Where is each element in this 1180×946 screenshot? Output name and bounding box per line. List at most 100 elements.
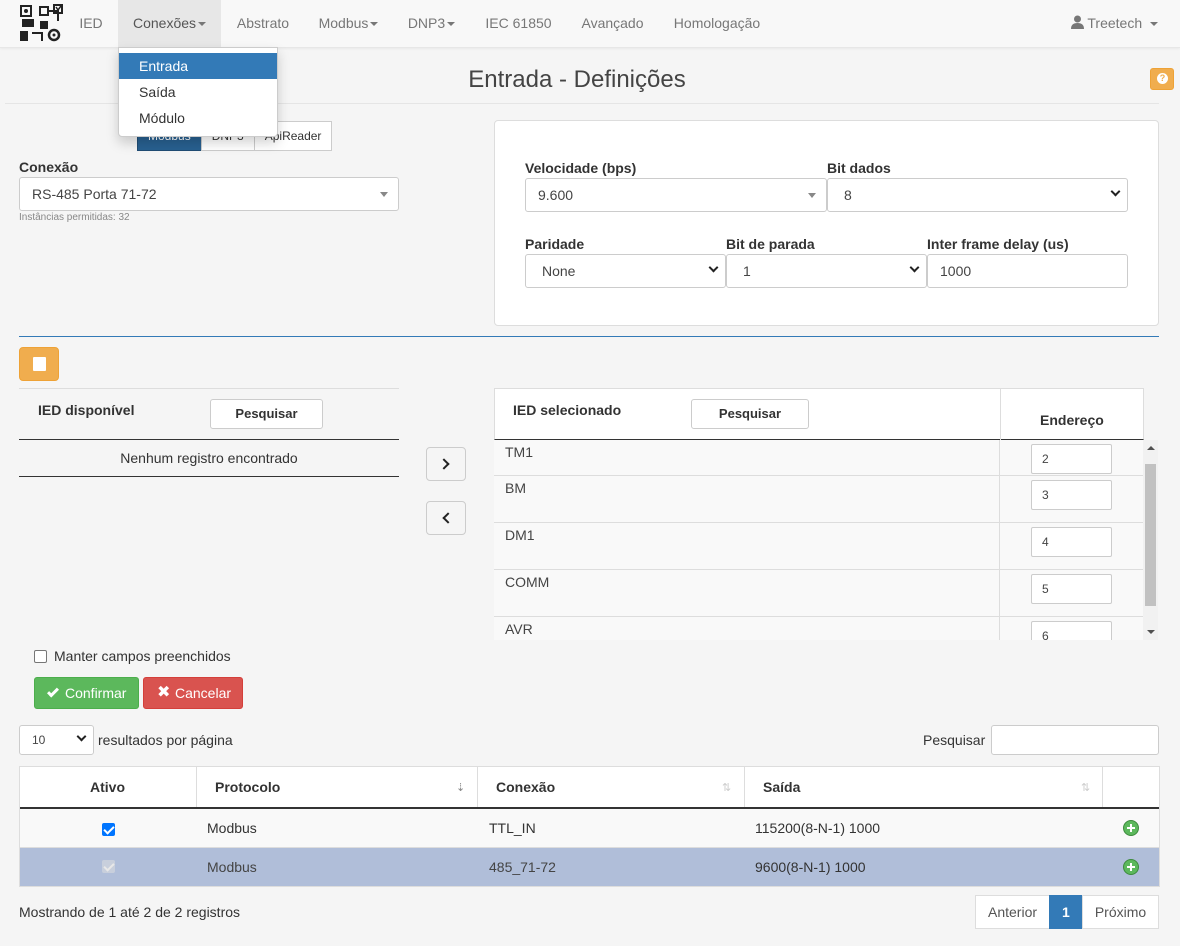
nav-modbus[interactable]: Modbus [305,0,392,48]
velocidade-select[interactable]: 9.600 [525,178,827,212]
connection-cell: 485_71-72 [489,859,556,875]
chevron-down-icon [909,262,920,273]
check-icon [46,685,60,698]
sort-asc-icon[interactable]: ⇣ [456,782,468,794]
page-size-select[interactable]: 10 [19,725,94,755]
user-menu[interactable]: Treetech [1070,0,1158,46]
dropdown-item-saida[interactable]: Saída [119,79,277,105]
delay-input[interactable]: 1000 [927,254,1128,288]
chevron-right-icon [438,458,450,470]
address-input[interactable]: 6 [1031,621,1112,640]
section-divider [19,336,1159,337]
column-divider [999,523,1000,570]
page-size-label: resultados por página [98,732,233,748]
scroll-down-icon[interactable] [1147,630,1155,634]
conexao-select[interactable]: RS-485 Porta 71-72 [19,177,399,211]
pagination-prev[interactable]: Anterior [975,895,1051,929]
address-input[interactable]: 4 [1031,527,1112,557]
sort-icon[interactable]: ⇅ [722,782,734,794]
column-divider [999,476,1000,523]
column-header-protocolo[interactable]: Protocolo [215,767,280,808]
caret-down-icon [370,22,379,27]
bitdados-label: Bit dados [827,160,891,176]
cancel-label: Cancelar [175,685,232,701]
conexao-help: Instâncias permitidas: 32 [19,212,130,223]
table-row[interactable]: Modbus TTL_IN 115200(8-N-1) 1000 [20,808,1159,847]
table-row[interactable]: AVR 6 [494,616,1143,640]
caret-down-icon [447,22,456,27]
address-input[interactable]: 3 [1031,480,1112,510]
chevron-down-icon [708,262,719,273]
conexao-label: Conexão [19,159,79,175]
table-row[interactable]: COMM 5 [494,569,1143,617]
column-header-saida[interactable]: Saída [763,767,800,808]
logo-icon[interactable] [18,3,64,45]
page-size-value: 10 [32,733,46,747]
protocol-cell: Modbus [207,820,257,836]
delay-label: Inter frame delay (us) [927,236,1069,252]
add-icon[interactable] [1123,820,1139,836]
column-divider [999,570,1000,617]
caret-down-icon [198,22,207,27]
nav-abstrato[interactable]: Abstrato [222,0,304,48]
sort-icon[interactable]: ⇅ [1081,782,1093,794]
keep-fields-checkbox[interactable] [34,650,47,663]
navbar: IED Conexões Abstrato Modbus DNP3 IEC 61… [0,0,1180,48]
nav-dnp3[interactable]: DNP3 [394,0,469,48]
pagination-next[interactable]: Próximo [1081,895,1160,929]
bitdados-value: 8 [844,187,852,203]
dropdown-item-entrada[interactable]: Entrada [119,53,277,79]
copy-button[interactable] [19,347,59,381]
close-icon: ✖ [157,684,171,701]
dropdown-item-modulo[interactable]: Módulo [119,105,277,131]
chevron-down-icon [1110,186,1121,197]
scroll-thumb[interactable] [1145,464,1156,606]
active-checkbox[interactable] [102,823,115,836]
bitparada-select[interactable]: 1 [726,254,927,288]
column-header-ativo[interactable]: Ativo [90,767,125,808]
address-input[interactable]: 2 [1031,444,1112,474]
column-header-conexao[interactable]: Conexão [496,767,555,808]
scroll-up-icon[interactable] [1147,446,1155,450]
nav-avancado[interactable]: Avançado [567,0,658,48]
help-button[interactable]: ? [1150,68,1174,90]
table-row[interactable]: DM1 4 [494,522,1143,570]
ied-name: DM1 [505,527,535,543]
move-right-button[interactable] [426,447,466,481]
pagination: Anterior 1 Próximo [975,895,1160,929]
empty-message: Nenhum registro encontrado [19,440,399,477]
nav-conexoes[interactable]: Conexões [118,0,221,48]
table-search-input[interactable] [991,725,1159,755]
user-name: Treetech [1087,15,1143,31]
address-input[interactable]: 5 [1031,574,1112,604]
conexoes-dropdown: Entrada Saída Módulo [118,47,278,137]
pagination-page-1[interactable]: 1 [1049,895,1083,929]
nav-iec61850[interactable]: IEC 61850 [471,0,566,48]
add-icon[interactable] [1123,859,1139,875]
table-row[interactable]: BM 3 [494,475,1143,523]
ied-disponivel-header: IED disponível [19,388,399,440]
cancel-button[interactable]: ✖ Cancelar [143,677,243,709]
caret-down-icon [380,192,388,197]
velocidade-value: 9.600 [538,187,574,203]
table-row[interactable]: Modbus 485_71-72 9600(8-N-1) 1000 [20,847,1159,886]
bitparada-value: 1 [743,263,751,279]
document-icon [33,357,46,371]
bitdados-select[interactable]: 8 [827,178,1128,212]
confirm-button[interactable]: Confirmar [34,677,139,709]
nav-ied[interactable]: IED [66,0,116,48]
nav-homologacao[interactable]: Homologação [659,0,775,48]
caret-down-icon [808,193,816,198]
ied-disponivel-search-button[interactable]: Pesquisar [210,399,323,429]
column-divider [999,617,1000,640]
caret-down-icon [1150,22,1158,27]
ied-disponivel-title: IED disponível [38,402,135,418]
paridade-value: None [542,263,576,279]
ied-name: BM [505,480,526,496]
output-cell: 9600(8-N-1) 1000 [755,859,866,875]
conexao-value: RS-485 Porta 71-72 [32,186,157,202]
active-checkbox [102,860,115,873]
move-left-button[interactable] [426,501,466,535]
paridade-select[interactable]: None [525,254,726,288]
scrollbar[interactable] [1143,440,1158,640]
